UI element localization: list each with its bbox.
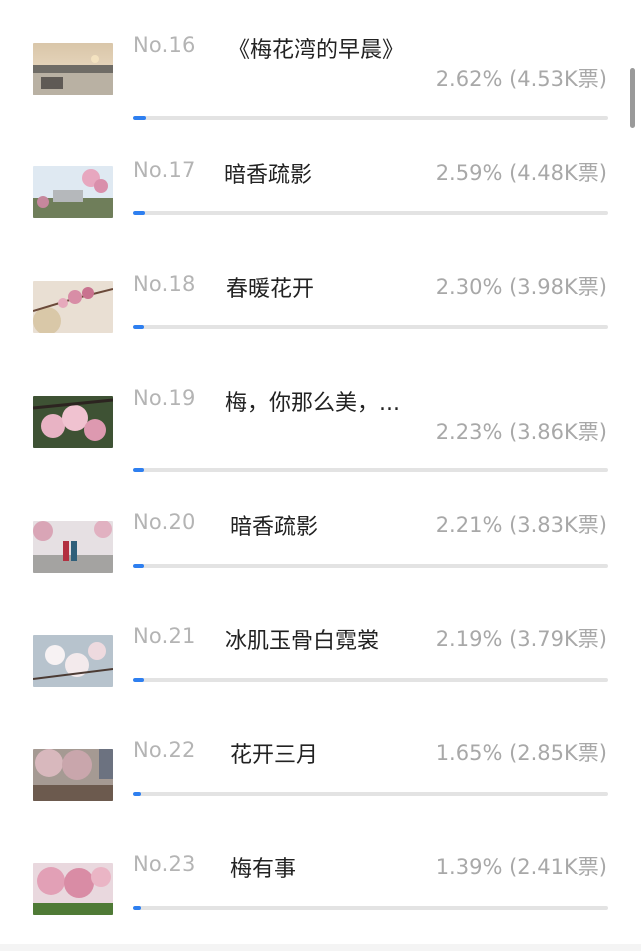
plum-blossom-town-photo xyxy=(33,166,113,218)
scrollbar-thumb[interactable] xyxy=(630,68,635,128)
vote-progress-fill xyxy=(133,564,144,568)
vote-stat: 1.65% (2.85K票) xyxy=(435,741,607,765)
rank-label: No.16 xyxy=(133,33,196,57)
vote-progress-bar xyxy=(133,468,608,472)
rank-label: No.19 xyxy=(133,386,196,410)
blossom-grove-photo xyxy=(33,749,113,801)
thumbnail-image[interactable] xyxy=(33,396,113,448)
vote-progress-bar xyxy=(133,211,608,215)
entry-title: 梅，你那么美，... xyxy=(225,391,400,416)
rank-label: No.18 xyxy=(133,272,196,296)
vote-progress-fill xyxy=(133,906,141,910)
rank-label: No.21 xyxy=(133,624,196,648)
rank-label: No.17 xyxy=(133,158,196,182)
vote-progress-fill xyxy=(133,325,144,329)
vote-progress-bar xyxy=(133,678,608,682)
vote-progress-fill xyxy=(133,678,144,682)
vote-progress-bar xyxy=(133,325,608,329)
rank-label: No.23 xyxy=(133,852,196,876)
vote-stat: 2.59% (4.48K票) xyxy=(435,161,607,185)
entry-title: 暗香疏影 xyxy=(224,163,313,188)
vote-ranking-page: No.16 《梅花湾的早晨》 2.62% (4.53K票) No.17 暗香疏影… xyxy=(0,0,641,951)
people-under-blossom-photo xyxy=(33,521,113,573)
vote-progress-bar xyxy=(133,792,608,796)
bottom-edge xyxy=(0,944,641,951)
vote-progress-fill xyxy=(133,211,145,215)
vote-progress-fill xyxy=(133,116,146,120)
rank-label: No.20 xyxy=(133,510,196,534)
thumbnail-image[interactable] xyxy=(33,521,113,573)
entry-title: 花开三月 xyxy=(230,743,319,768)
entry-title: 春暖花开 xyxy=(226,277,315,302)
vote-progress-bar xyxy=(133,564,608,568)
thumbnail-image[interactable] xyxy=(33,43,113,95)
lake-sunrise-photo xyxy=(33,43,113,95)
thumbnail-image[interactable] xyxy=(33,863,113,915)
vote-stat: 2.21% (3.83K票) xyxy=(435,513,607,537)
vote-stat: 2.23% (3.86K票) xyxy=(435,420,607,444)
vote-stat: 2.62% (4.53K票) xyxy=(435,67,607,91)
vote-stat: 2.19% (3.79K票) xyxy=(435,627,607,651)
thumbnail-image[interactable] xyxy=(33,635,113,687)
vote-stat: 1.39% (2.41K票) xyxy=(435,855,607,879)
pink-plum-tree-photo xyxy=(33,863,113,915)
entry-title: 冰肌玉骨白霓裳 xyxy=(225,629,380,654)
vote-progress-bar xyxy=(133,906,608,910)
pink-blossom-closeup-photo xyxy=(33,396,113,448)
thumbnail-image[interactable] xyxy=(33,281,113,333)
thumbnail-image[interactable] xyxy=(33,749,113,801)
entry-title: 《梅花湾的早晨》 xyxy=(228,38,405,63)
entry-title: 暗香疏影 xyxy=(230,515,319,540)
plum-branch-photo xyxy=(33,281,113,333)
vote-progress-bar xyxy=(133,116,608,120)
white-plum-blossom-photo xyxy=(33,635,113,687)
thumbnail-image[interactable] xyxy=(33,166,113,218)
entry-title: 梅有事 xyxy=(230,857,297,882)
rank-label: No.22 xyxy=(133,738,196,762)
vote-progress-fill xyxy=(133,792,141,796)
vote-stat: 2.30% (3.98K票) xyxy=(435,275,607,299)
vote-progress-fill xyxy=(133,468,144,472)
ranking-list: No.16 《梅花湾的早晨》 2.62% (4.53K票) No.17 暗香疏影… xyxy=(0,0,641,951)
